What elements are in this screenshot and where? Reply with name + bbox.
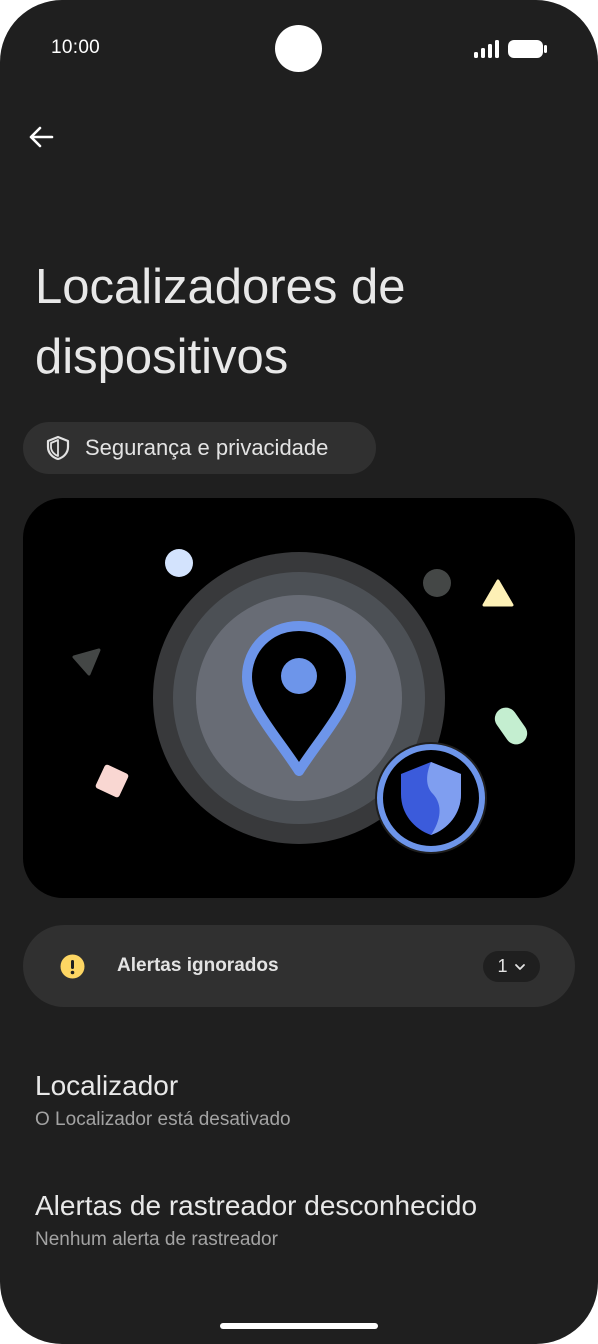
back-button[interactable] <box>24 120 58 154</box>
battery-icon <box>508 40 547 58</box>
warning-icon <box>60 954 85 979</box>
shield-badge-icon <box>375 742 487 854</box>
phone-screen: 10:00 Localizadores de dispositivos Segu… <box>0 0 598 1344</box>
list-item-subtitle: Nenhum alerta de rastreador <box>35 1229 278 1250</box>
decor-square-pink <box>95 764 129 798</box>
hero-illustration <box>23 498 575 898</box>
ignored-alerts-card[interactable]: Alertas ignorados 1 <box>23 925 575 1007</box>
list-item-finder[interactable]: Localizador O Localizador está desativad… <box>35 1069 565 1131</box>
home-indicator[interactable] <box>220 1323 378 1329</box>
camera-cutout <box>275 25 322 72</box>
decor-pill-green <box>494 707 528 745</box>
chevron-down-icon <box>514 961 526 973</box>
list-item-subtitle: O Localizador está desativado <box>35 1109 291 1130</box>
decor-circle-gray <box>423 569 451 597</box>
signal-icon <box>474 40 499 58</box>
alerts-count-dropdown[interactable]: 1 <box>483 951 540 982</box>
decor-triangle-yellow <box>482 579 514 607</box>
list-item-title: Alertas de rastreador desconhecido <box>35 1190 478 1221</box>
chip-label: Segurança e privacidade <box>85 435 329 460</box>
security-privacy-chip[interactable]: Segurança e privacidade <box>23 422 376 474</box>
decor-triangle-dark <box>72 648 101 676</box>
list-item-unknown-tracker-alerts[interactable]: Alertas de rastreador desconhecido Nenhu… <box>35 1189 565 1251</box>
status-time: 10:00 <box>51 37 101 58</box>
arrow-back-icon <box>29 126 54 148</box>
alerts-count: 1 <box>497 956 508 976</box>
shield-outline-icon <box>45 435 71 461</box>
decor-circle-light <box>165 549 193 577</box>
page-title: Localizadores de dispositivos <box>35 260 406 384</box>
ignored-alerts-label: Alertas ignorados <box>117 955 279 976</box>
list-item-title: Localizador <box>35 1070 179 1101</box>
